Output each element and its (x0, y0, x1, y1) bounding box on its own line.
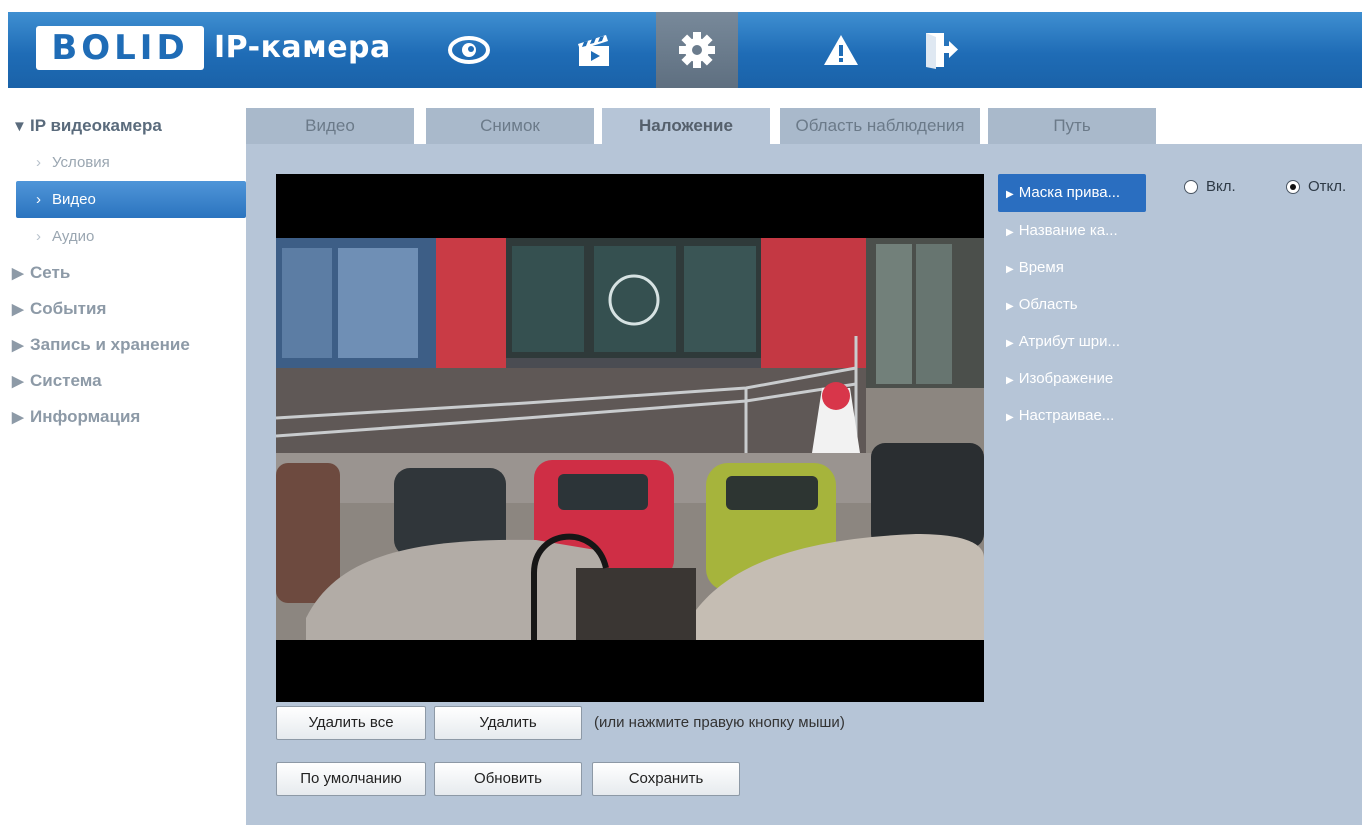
chevron-right-icon: › (36, 228, 41, 245)
expanded-triangle-icon: ▼ (12, 118, 27, 135)
collapsed-triangle-icon: ▶ (12, 373, 24, 390)
sidebar-item-information[interactable]: ▶ Информация (8, 399, 246, 435)
sidebar-item-network[interactable]: ▶ Сеть (8, 255, 246, 291)
triangle-right-icon: ▶ (1006, 375, 1014, 386)
gear-icon (679, 32, 715, 68)
triangle-right-icon: ▶ (1006, 264, 1014, 275)
radio-label: Вкл. (1206, 178, 1236, 195)
radio-circle-selected (1286, 179, 1300, 194)
privacy-mask-off-radio[interactable]: Откл. (1286, 178, 1346, 195)
eye-icon (448, 36, 490, 64)
submenu-item-label: Маска прива... (1018, 184, 1121, 201)
main-panel: Видео Снимок Наложение Область наблюдени… (246, 108, 1362, 825)
sidebar-item-audio[interactable]: › Аудио (8, 218, 246, 255)
submenu-item-area[interactable]: ▶ Область (998, 286, 1146, 323)
sidebar-item-system[interactable]: ▶ Система (8, 363, 246, 399)
logout-nav[interactable] (900, 12, 982, 88)
submenu-item-camera-name[interactable]: ▶ Название ка... (998, 212, 1146, 249)
submenu-item-label: Область (1018, 296, 1078, 313)
collapsed-triangle-icon: ▶ (12, 265, 24, 282)
submenu-item-label: Настраивае... (1018, 407, 1115, 424)
sidebar-item-label: Аудио (52, 228, 95, 245)
sidebar-item-label: Сеть (30, 263, 71, 282)
app-title: IP-камера (214, 30, 391, 65)
submenu-item-label: Название ка... (1018, 222, 1118, 239)
right-click-hint: (или нажмите правую кнопку мыши) (594, 714, 845, 731)
collapsed-triangle-icon: ▶ (12, 409, 24, 426)
warning-icon (824, 35, 858, 65)
playback-nav[interactable] (554, 12, 636, 88)
collapsed-triangle-icon: ▶ (12, 337, 24, 354)
sidebar-item-label: Видео (52, 191, 96, 208)
tab-overlay[interactable]: Наложение (602, 108, 770, 144)
triangle-right-icon: ▶ (1006, 301, 1014, 312)
triangle-right-icon: ▶ (1006, 227, 1014, 238)
sidebar: ▼ IP видеокамера › Условия › Видео › Аудио ▶… (8, 108, 246, 435)
chevron-right-icon: › (36, 191, 41, 208)
settings-nav[interactable] (656, 12, 738, 88)
submenu-item-image[interactable]: ▶ Изображение (998, 360, 1146, 397)
delete-button[interactable]: Удалить (434, 706, 582, 740)
privacy-mask-on-radio[interactable]: Вкл. (1184, 178, 1236, 195)
radio-circle (1184, 179, 1198, 194)
triangle-right-icon: ▶ (1006, 338, 1014, 349)
sidebar-item-events[interactable]: ▶ События (8, 291, 246, 327)
save-button[interactable]: Сохранить (592, 762, 740, 796)
submenu-item-time[interactable]: ▶ Время (998, 249, 1146, 286)
sidebar-item-label: События (30, 299, 107, 318)
collapsed-triangle-icon: ▶ (12, 301, 24, 318)
submenu-item-privacy-mask[interactable]: ▶ Маска прива... (998, 174, 1146, 212)
refresh-button[interactable]: Обновить (434, 762, 582, 796)
sidebar-item-label: IP видеокамера (30, 116, 162, 135)
live-view-nav[interactable] (428, 12, 510, 88)
chevron-right-icon: › (36, 154, 41, 171)
sidebar-item-label: Запись и хранение (30, 335, 190, 354)
bolid-logo: BOLID (36, 26, 204, 70)
triangle-right-icon: ▶ (1006, 412, 1014, 423)
clapperboard-icon (578, 35, 609, 66)
sidebar-item-label: Условия (52, 154, 110, 171)
default-button[interactable]: По умолчанию (276, 762, 426, 796)
sidebar-item-video[interactable]: › Видео (16, 181, 246, 218)
overlay-submenu: ▶ Маска прива... ▶ Название ка... ▶ Время ▶… (998, 174, 1146, 434)
tab-observation-area[interactable]: Область наблюдения (780, 108, 980, 144)
tab-path[interactable]: Путь (988, 108, 1156, 144)
sidebar-item-ip-camera[interactable]: ▼ IP видеокамера (8, 108, 246, 144)
triangle-right-icon: ▶ (1006, 189, 1014, 200)
sidebar-item-label: Информация (30, 407, 141, 426)
delete-all-button[interactable]: Удалить все (276, 706, 426, 740)
submenu-item-custom[interactable]: ▶ Настраивае... (998, 397, 1146, 434)
alarm-nav[interactable] (800, 12, 882, 88)
top-header: BOLID IP-камера (8, 12, 1362, 88)
submenu-item-label: Время (1018, 259, 1064, 276)
submenu-item-label: Атрибут шри... (1018, 333, 1121, 350)
sidebar-item-label: Система (30, 371, 102, 390)
submenu-item-font-attribute[interactable]: ▶ Атрибут шри... (998, 323, 1146, 360)
video-preview[interactable] (276, 174, 984, 702)
tab-video[interactable]: Видео (246, 108, 414, 144)
camera-scene-image (276, 238, 984, 640)
logout-icon (926, 33, 958, 69)
sidebar-item-conditions[interactable]: › Условия (8, 144, 246, 181)
tab-snapshot[interactable]: Снимок (426, 108, 594, 144)
logo-text: BOLID (51, 28, 189, 68)
tab-bar: Видео Снимок Наложение Область наблюдени… (246, 108, 1362, 144)
submenu-item-label: Изображение (1018, 370, 1114, 387)
sidebar-item-recording[interactable]: ▶ Запись и хранение (8, 327, 246, 363)
radio-label: Откл. (1308, 178, 1347, 195)
